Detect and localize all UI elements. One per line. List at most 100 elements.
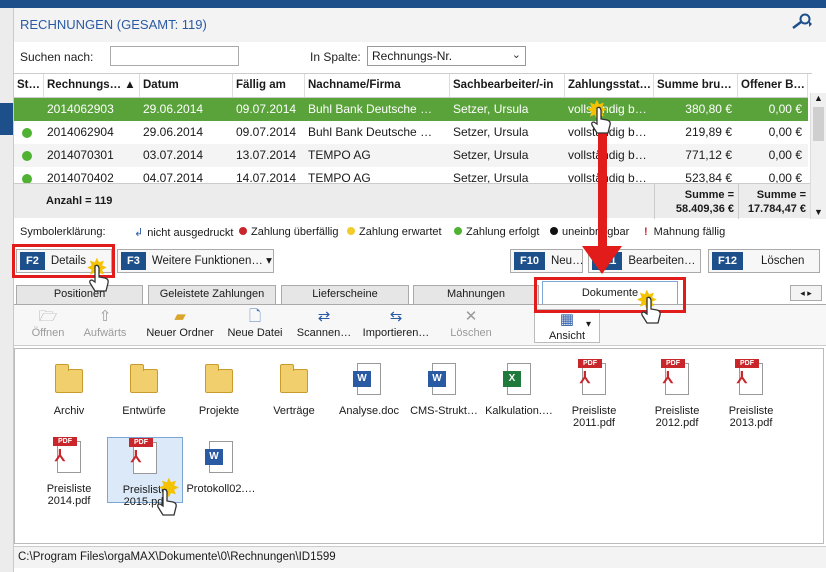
pointing-hand-icon [640, 296, 662, 326]
table-row[interactable]: 2014070402 04.07.2014 14.07.2014 TEMPO A… [14, 167, 808, 183]
search-input[interactable] [110, 46, 239, 66]
tab-reminders[interactable]: Mahnungen [413, 285, 539, 304]
col-header-number[interactable]: Rechnungs… ▲ [44, 74, 140, 97]
exclamation-icon: ! [644, 226, 648, 238]
new-folder-button[interactable]: ▰ Neuer Ordner [142, 307, 218, 345]
scroll-thumb[interactable] [813, 107, 824, 141]
cell-due: 14.07.2014 [236, 171, 297, 183]
col-header-open[interactable]: Offener B… [738, 74, 808, 97]
status-paid-icon [22, 128, 32, 138]
col-header-payment[interactable]: Zahlungsstat… [565, 74, 654, 97]
col-header-sum[interactable]: Summe bru… [654, 74, 738, 97]
excel-document-icon: X [499, 361, 539, 401]
cell-due: 09.07.2014 [236, 125, 297, 139]
column-select-value: Rechnungs-Nr. [372, 49, 453, 63]
cell-sum: 380,80 € [685, 102, 732, 116]
delete-file-label: Löschen [450, 327, 492, 339]
file-item-kalkulation[interactable]: X Kalkulation.… [481, 355, 557, 439]
delete-file-button[interactable]: ✕ Löschen [444, 307, 498, 345]
file-item-protokoll[interactable]: W Protokoll02.… [183, 433, 259, 517]
import-button[interactable]: ⇆ Importieren… [358, 307, 434, 345]
file-item-projekte[interactable]: Projekte [181, 355, 257, 439]
file-item-preisliste-2011[interactable]: PDF ⅄ Preisliste 2011.pdf [556, 355, 632, 439]
file-item-cms[interactable]: W CMS-Strukt… [406, 355, 482, 439]
tab-scroll-left-icon[interactable]: ◂ [800, 288, 805, 298]
import-label: Importieren… [362, 327, 430, 339]
col-header-status[interactable]: St… [14, 74, 44, 97]
arrow-shaft [598, 126, 607, 254]
pointing-hand-icon [88, 264, 110, 294]
table-row[interactable]: 2014062904 29.06.2014 09.07.2014 Buhl Ba… [14, 121, 808, 144]
sum-gross-value: 58.409,36 € [675, 203, 734, 215]
cell-name: TEMPO AG [308, 148, 371, 162]
symbol-legend: Symbolerklärung: ↲ nicht ausgedruckt Zahl… [14, 222, 826, 244]
yellow-dot-icon [347, 227, 355, 235]
cell-clerk: Setzer, Ursula [453, 171, 529, 183]
sum-open-label: Summe = [756, 189, 806, 201]
pointing-hand-icon [590, 106, 612, 136]
scan-button[interactable]: ⇄ Scannen… [292, 307, 356, 345]
column-select[interactable]: Rechnungs-Nr. ⌄ [367, 46, 526, 66]
cell-payment: vollständig b… [568, 171, 647, 183]
tab-scroll-right-icon[interactable]: ▸ [807, 288, 812, 298]
tab-positions[interactable]: Positionen [16, 285, 143, 304]
search-label: Suchen nach: [20, 50, 94, 64]
word-document-icon: W [424, 361, 464, 401]
cell-open: 0,00 € [768, 148, 802, 162]
file-name: Analyse.doc [339, 405, 399, 417]
cell-due: 09.07.2014 [236, 102, 297, 116]
record-count: Anzahl = 119 [46, 195, 113, 207]
left-navigation-strip[interactable] [0, 8, 14, 572]
grid-scrollbar[interactable]: ▲ ▼ [810, 93, 826, 219]
col-header-date[interactable]: Datum [140, 74, 233, 97]
col-header-due[interactable]: Fällig am [233, 74, 305, 97]
col-header-clerk[interactable]: Sachbearbeiter/-in [450, 74, 565, 97]
open-button[interactable]: 🗁 Öffnen [20, 307, 76, 345]
legend-overdue: Zahlung überfällig [239, 226, 338, 238]
file-item-archiv[interactable]: Archiv [31, 355, 107, 439]
search-key-icon[interactable] [790, 13, 814, 33]
scroll-down-icon[interactable]: ▼ [814, 207, 823, 217]
cell-sum: 771,12 € [685, 148, 732, 162]
tab-delivery-notes[interactable]: Lieferscheine [281, 285, 409, 304]
black-dot-icon [550, 227, 558, 235]
folder-up-icon: ⇧ [98, 308, 112, 325]
tab-payments[interactable]: Geleistete Zahlungen [148, 285, 276, 304]
scan-label: Scannen… [296, 327, 352, 339]
cell-date: 03.07.2014 [143, 148, 204, 162]
file-item-analyse[interactable]: W Analyse.doc [331, 355, 407, 439]
pdf-document-icon: PDF ⅄ [49, 437, 89, 479]
col-header-name[interactable]: Nachname/Firma [305, 74, 450, 97]
up-button[interactable]: ⇧ Aufwärts [80, 307, 130, 345]
legend-paid: Zahlung erfolgt [454, 226, 539, 238]
tab-scroll-buttons[interactable]: ◂ ▸ [790, 285, 822, 301]
new-file-button[interactable]: 🗋 Neue Datei [222, 307, 288, 345]
table-row[interactable]: 2014062903 29.06.2014 09.07.2014 Buhl Ba… [14, 98, 808, 121]
file-item-preisliste-2012[interactable]: PDF ⅄ Preisliste 2012.pdf [639, 355, 715, 439]
legend-label: nicht ausgedruckt [147, 227, 234, 239]
legend-expected: Zahlung erwartet [347, 226, 442, 238]
new-button[interactable]: F10 Neu… [510, 249, 584, 273]
legend-label: uneinbringbar [562, 226, 630, 238]
word-document-icon: W [201, 439, 241, 479]
view-dropdown-icon[interactable]: ▾ [586, 319, 591, 330]
cell-number: 2014070301 [47, 148, 114, 162]
legend-reminder: ! Mahnung fällig [644, 226, 725, 238]
pdf-document-icon: PDF ⅄ [731, 359, 771, 401]
legend-label: Zahlung erwartet [359, 226, 442, 238]
file-item-preisliste-2014[interactable]: PDF ⅄ Preisliste 2014.pdf [31, 433, 107, 517]
file-name: Preisliste 2011.pdf [571, 405, 617, 429]
file-item-preisliste-2013[interactable]: PDF ⅄ Preisliste 2013.pdf [713, 355, 789, 439]
cell-number: 2014062904 [47, 125, 114, 139]
delete-button[interactable]: F12 Löschen [708, 249, 820, 273]
cell-clerk: Setzer, Ursula [453, 148, 529, 162]
more-functions-button[interactable]: F3 Weitere Funktionen… ▾ [117, 249, 274, 273]
file-item-entwuerfe[interactable]: Entwürfe [106, 355, 182, 439]
file-name: Protokoll02.… [186, 483, 256, 495]
new-label: Neu… [550, 255, 584, 267]
file-item-vertraege[interactable]: Verträge [256, 355, 332, 439]
cell-due: 13.07.2014 [236, 148, 297, 162]
table-row[interactable]: 2014070301 03.07.2014 13.07.2014 TEMPO A… [14, 144, 808, 167]
scroll-up-icon[interactable]: ▲ [814, 93, 823, 103]
view-label: Ansicht [548, 330, 586, 342]
